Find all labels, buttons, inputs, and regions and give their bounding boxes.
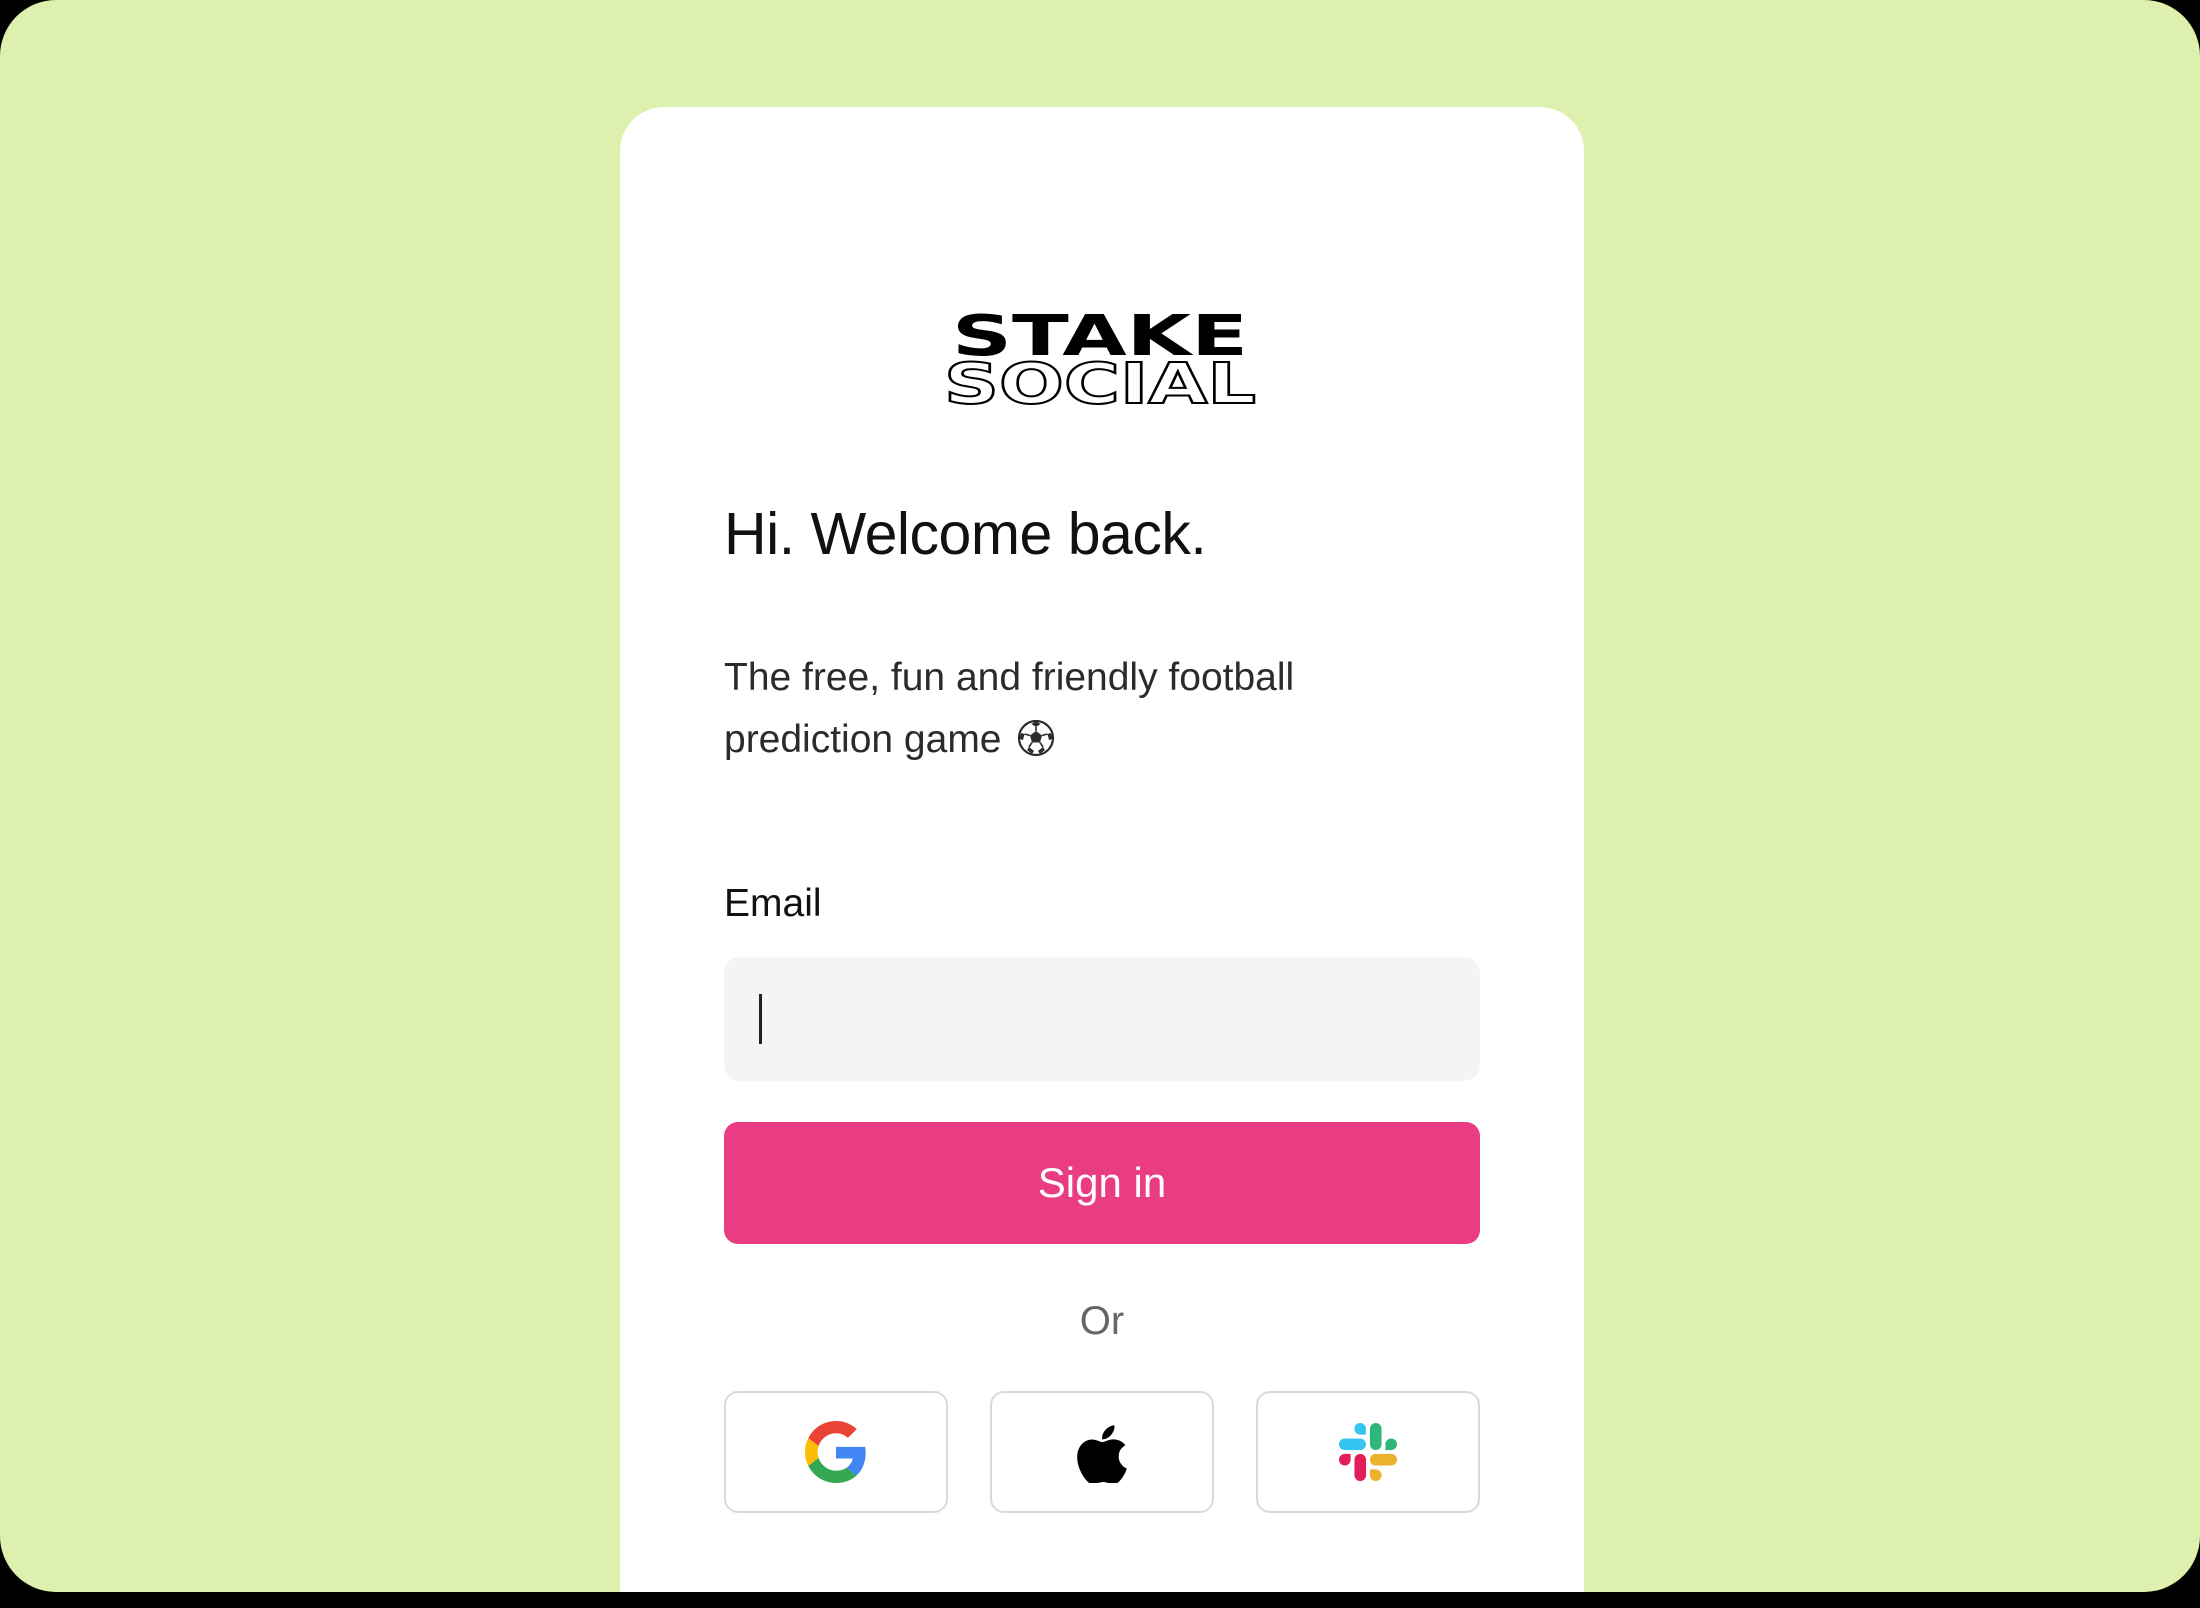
sign-in-button[interactable]: Sign in <box>724 1122 1480 1244</box>
or-divider: Or <box>1079 1299 1125 1343</box>
email-input[interactable] <box>724 957 1480 1081</box>
logo-line-social: SOCIAL <box>944 352 1256 407</box>
bottom-edge <box>0 1592 2200 1608</box>
soccer-ball-icon <box>1018 719 1055 757</box>
tagline: The free, fun and friendly football pred… <box>724 647 1444 771</box>
apple-sign-in-button[interactable] <box>990 1391 1214 1513</box>
stake-social-logo: STAKE SOCIAL <box>942 303 1258 407</box>
google-icon <box>805 1421 866 1483</box>
email-label: Email <box>724 882 822 925</box>
slack-sign-in-button[interactable] <box>1256 1391 1480 1513</box>
google-sign-in-button[interactable] <box>724 1391 948 1513</box>
apple-icon <box>1077 1425 1127 1483</box>
text-cursor <box>759 994 762 1044</box>
logo-wordmark: STAKE SOCIAL <box>943 304 1257 407</box>
slack-icon <box>1339 1423 1397 1481</box>
welcome-heading: Hi. Welcome back. <box>724 501 1207 567</box>
page-background: STAKE SOCIAL Hi. Welcome back. The free,… <box>0 0 2200 1592</box>
login-card: STAKE SOCIAL Hi. Welcome back. The free,… <box>620 107 1584 1592</box>
tagline-text: The free, fun and friendly football pred… <box>724 656 1295 761</box>
